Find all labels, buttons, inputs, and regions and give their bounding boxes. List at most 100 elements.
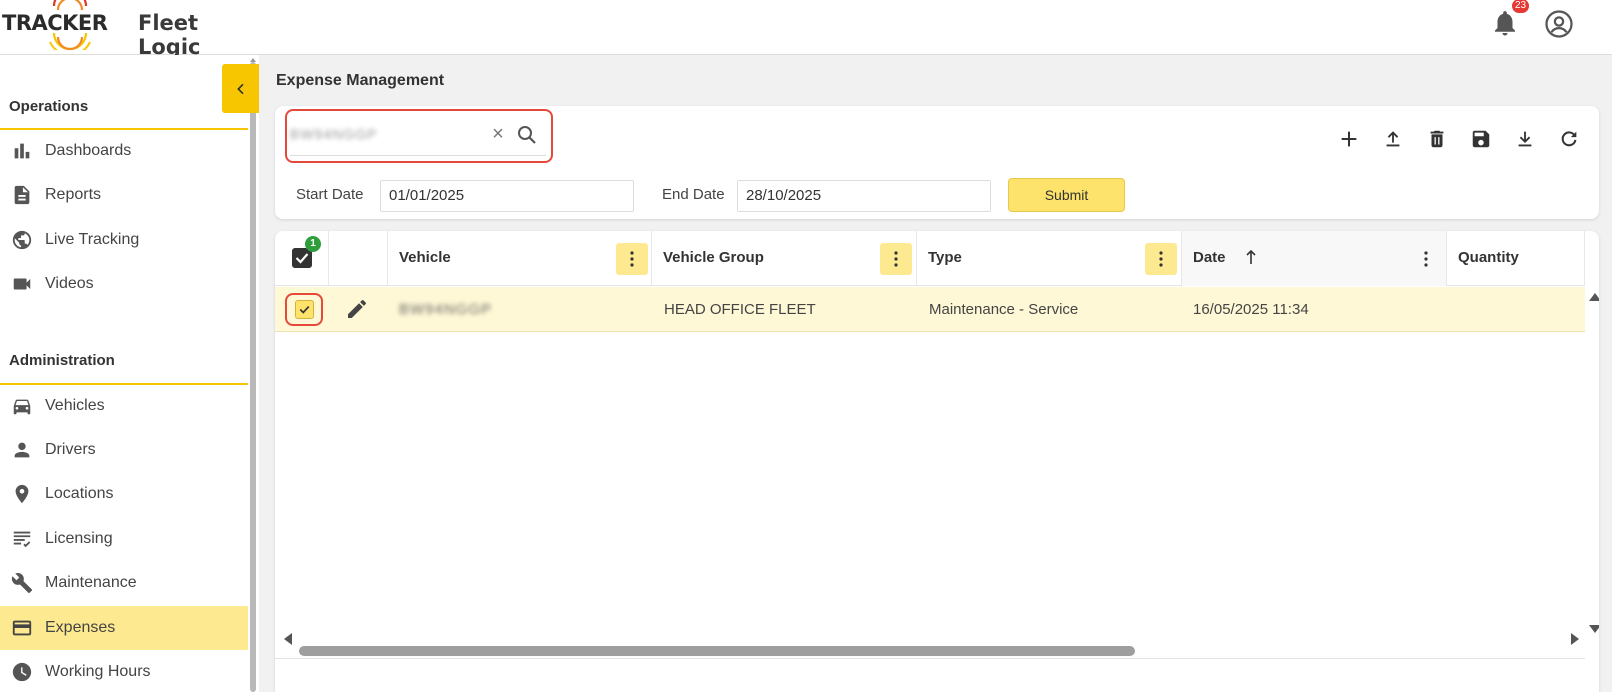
page-title: Expense Management [276,72,445,89]
row-select-checkbox[interactable] [295,300,314,319]
start-date-label: Start Date [296,186,364,203]
add-icon [1341,131,1357,147]
cell-vehicle: BW94NGGP [399,301,493,318]
delete-icon [1430,130,1444,148]
wrench-icon [10,571,34,595]
column-menu-button[interactable] [616,243,648,275]
column-header-date[interactable]: Date [1182,231,1447,286]
sidebar-item-label: Videos [45,275,94,292]
grid-footer-divider [275,658,1585,659]
more-vertical-icon [1424,251,1428,267]
checkmark-icon [299,305,310,314]
submit-button[interactable]: Submit [1008,178,1125,212]
brand-name: TRACKER [2,11,108,35]
chevron-left-icon [236,83,244,94]
document-icon [10,183,34,207]
sidebar-item-label: Locations [45,485,114,502]
column-header-vehicle-group[interactable]: Vehicle Group [652,231,917,286]
sidebar-item-label: Vehicles [45,397,105,414]
car-icon [10,394,34,418]
sidebar-scrollbar[interactable] [250,62,256,692]
search-input[interactable]: BW94NGGP × [290,116,546,156]
search-icon[interactable] [515,123,539,147]
column-header-vehicle[interactable]: Vehicle [388,231,652,286]
sidebar-item-live-tracking[interactable]: Live Tracking [0,218,248,262]
sidebar-item-licensing[interactable]: Licensing [0,517,248,561]
column-header-label: Date [1193,249,1226,266]
save-icon [1472,130,1490,148]
column-header-label: Vehicle [399,249,451,266]
grid-scroll-right-arrow[interactable] [1571,633,1579,645]
column-menu-button[interactable] [880,243,912,275]
grid-scroll-left-arrow[interactable] [284,633,292,645]
product-name: Fleet Logic [138,11,201,59]
end-date-field[interactable]: 28/10/2025 [737,180,991,212]
column-menu-button[interactable] [1410,243,1442,275]
clock-icon [10,660,34,684]
sidebar-item-drivers[interactable]: Drivers [0,428,248,472]
grid-scroll-up-arrow[interactable] [1589,293,1599,301]
sidebar-item-label: Dashboards [45,142,132,159]
sidebar-item-maintenance[interactable]: Maintenance [0,561,248,605]
sidebar-section-administration: Administration [9,352,115,369]
column-header-label: Quantity [1458,249,1519,266]
sidebar-item-dashboards[interactable]: Dashboards [0,129,248,173]
table-row[interactable]: BW94NGGP HEAD OFFICE FLEET Maintenance -… [275,287,1585,332]
expenses-grid: 1 Vehicle Vehicle Group Type Date Quanti… [275,231,1599,692]
sidebar-item-expenses[interactable]: Expenses [0,606,248,650]
account-circle-icon[interactable] [1544,9,1574,39]
globe-icon [10,228,34,252]
sidebar-item-label: Live Tracking [45,231,140,248]
more-vertical-icon [894,251,898,267]
collapse-sidebar-button[interactable] [222,64,259,113]
sidebar-item-locations[interactable]: Locations [0,472,248,516]
upload-button[interactable] [1380,126,1406,152]
video-camera-icon [10,272,34,296]
sidebar-item-label: Expenses [45,619,116,636]
notification-count-badge: 23 [1512,0,1530,13]
sidebar-item-label: Working Hours [45,663,151,680]
refresh-icon [1561,131,1577,147]
download-icon [1518,131,1532,147]
column-header-label: Vehicle Group [663,249,764,266]
person-icon [10,438,34,462]
end-date-label: End Date [662,186,725,203]
sidebar-item-working-hours[interactable]: Working Hours [0,650,248,692]
sort-ascending-icon [1246,249,1256,264]
more-vertical-icon [1159,251,1163,267]
start-date-field[interactable]: 01/01/2025 [380,180,634,212]
select-all-cell: 1 [275,231,329,286]
edit-pencil-icon[interactable] [345,297,369,321]
grid-scroll-down-arrow[interactable] [1589,625,1599,633]
checklist-icon [10,527,34,551]
column-header-label: Type [928,249,962,266]
upload-icon [1386,131,1400,147]
cell-vehicle-group: HEAD OFFICE FLEET [664,301,816,318]
column-menu-button[interactable] [1145,243,1177,275]
download-button[interactable] [1512,126,1538,152]
sidebar-item-label: Reports [45,186,102,203]
sidebar-item-label: Licensing [45,530,113,547]
search-input-value: BW94NGGP [290,126,378,142]
more-vertical-icon [630,251,634,267]
edit-column-header [329,231,388,286]
location-pin-icon [10,482,34,506]
sidebar-item-vehicles[interactable]: Vehicles [0,384,248,428]
cell-date: 16/05/2025 11:34 [1193,301,1309,318]
app-logo[interactable]: TRACKER Fleet Logic [2,0,262,59]
bar-chart-icon [10,139,34,163]
clear-icon[interactable]: × [488,123,508,145]
sidebar-item-reports[interactable]: Reports [0,173,248,217]
grid-header: 1 Vehicle Vehicle Group Type Date Quanti… [275,231,1585,286]
column-header-quantity[interactable]: Quantity [1447,231,1585,286]
sidebar-item-label: Drivers [45,441,96,458]
sidebar-item-videos[interactable]: Videos [0,262,248,306]
add-button[interactable] [1336,126,1362,152]
column-header-type[interactable]: Type [917,231,1182,286]
grid-horizontal-scrollbar[interactable] [299,646,1135,656]
credit-card-icon [10,616,34,640]
sidebar-item-label: Maintenance [45,574,137,591]
refresh-button[interactable] [1556,126,1582,152]
save-button[interactable] [1468,126,1494,152]
delete-button[interactable] [1424,126,1450,152]
